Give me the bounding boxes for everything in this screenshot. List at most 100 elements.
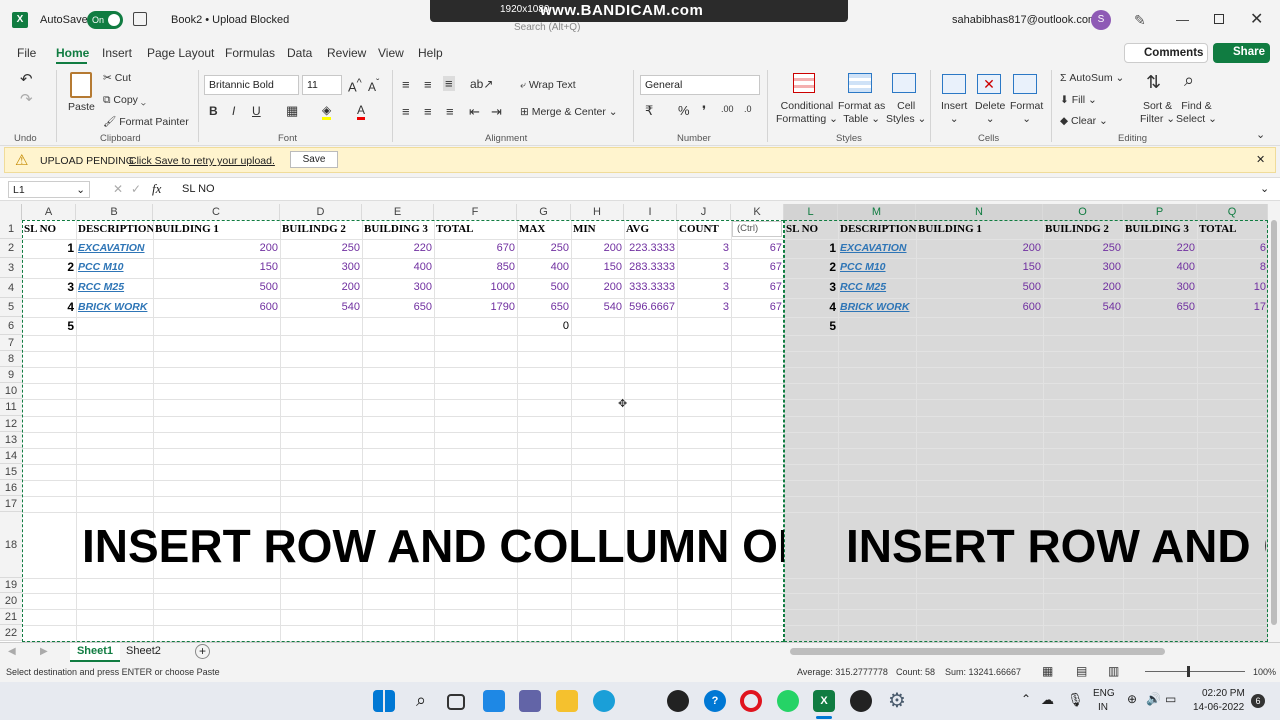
- percent-icon[interactable]: %: [678, 103, 690, 118]
- menu-formulas[interactable]: Formulas: [225, 46, 275, 60]
- account-email[interactable]: sahabibhas817@outlook.com: [952, 14, 1097, 26]
- sort-filter-icon[interactable]: ⇅: [1146, 72, 1161, 93]
- data-cell[interactable]: 500: [916, 278, 1043, 298]
- excel-taskbar-icon[interactable]: X: [813, 690, 835, 712]
- conditional-formatting-button[interactable]: Conditional Formatting ⌄: [776, 100, 838, 126]
- column-header[interactable]: M: [838, 204, 916, 220]
- merge-center-button[interactable]: ⊞ Merge & Center ⌄: [520, 106, 618, 118]
- font-color-icon[interactable]: A: [357, 103, 366, 120]
- description-cell[interactable]: RCC M25: [76, 278, 153, 298]
- data-cell[interactable]: 67: [731, 258, 784, 278]
- data-cell[interactable]: 600: [916, 298, 1043, 317]
- data-cell[interactable]: 67: [731, 278, 784, 298]
- start-icon[interactable]: [373, 690, 395, 712]
- delete-cells-icon[interactable]: ✕: [977, 74, 1001, 94]
- data-cell[interactable]: 200: [571, 278, 624, 298]
- opera-icon[interactable]: [740, 690, 762, 712]
- sheet-tab-sheet1[interactable]: Sheet1: [70, 643, 120, 662]
- data-cell[interactable]: 500: [517, 278, 571, 298]
- italic-icon[interactable]: I: [232, 104, 235, 118]
- data-cell[interactable]: 333.3333: [624, 278, 677, 298]
- data-cell[interactable]: 10: [1197, 278, 1268, 298]
- row-header[interactable]: 1: [0, 220, 22, 239]
- data-cell[interactable]: 596.6667: [624, 298, 677, 317]
- sort-filter-button[interactable]: Sort & Filter ⌄: [1140, 100, 1175, 126]
- name-box[interactable]: L1 ⌄: [8, 181, 90, 198]
- globe-icon[interactable]: ⊕: [1127, 692, 1137, 706]
- menu-data[interactable]: Data: [287, 46, 312, 60]
- paste-button[interactable]: Paste: [68, 101, 95, 113]
- column-header[interactable]: D: [280, 204, 362, 220]
- data-cell[interactable]: 150: [571, 258, 624, 278]
- data-cell[interactable]: 3: [22, 278, 76, 298]
- row-header[interactable]: 9: [0, 367, 22, 383]
- row-header[interactable]: 18: [0, 512, 22, 578]
- align-right-icon[interactable]: ≡: [446, 104, 454, 119]
- menu-insert[interactable]: Insert: [102, 46, 132, 60]
- borders-icon[interactable]: ▦: [286, 103, 298, 119]
- redo-icon[interactable]: ↷: [20, 90, 33, 108]
- data-cell[interactable]: 650: [362, 298, 434, 317]
- menu-file[interactable]: File: [17, 46, 36, 60]
- data-cell[interactable]: 1790: [434, 298, 517, 317]
- language-in[interactable]: IN: [1098, 702, 1108, 713]
- row-header[interactable]: 12: [0, 416, 22, 432]
- increase-decimal-icon[interactable]: .00: [721, 104, 734, 114]
- record-icon[interactable]: [850, 690, 872, 712]
- autosave-toggle[interactable]: On: [87, 11, 123, 29]
- close-icon[interactable]: ✕: [1250, 9, 1263, 29]
- data-cell[interactable]: 1: [784, 239, 838, 258]
- header-cell[interactable]: COUNT: [677, 220, 731, 239]
- paste-options-button[interactable]: (Ctrl): [732, 221, 782, 237]
- column-header[interactable]: N: [916, 204, 1043, 220]
- wrap-text-button[interactable]: ⤶ Wrap Text: [520, 79, 576, 92]
- maximize-icon[interactable]: [1214, 14, 1224, 24]
- data-cell[interactable]: 67: [731, 298, 784, 317]
- data-cell[interactable]: 6: [1197, 239, 1268, 258]
- header-cell[interactable]: BUILDING 1: [153, 220, 280, 239]
- comma-icon[interactable]: ❜: [702, 103, 706, 119]
- data-cell[interactable]: 250: [280, 239, 362, 258]
- infobar-close-icon[interactable]: ✕: [1256, 153, 1265, 166]
- fill-color-icon[interactable]: ◈: [322, 103, 332, 120]
- volume-icon[interactable]: 🔊: [1146, 692, 1161, 706]
- data-cell[interactable]: 200: [153, 239, 280, 258]
- data-cell[interactable]: 400: [1123, 258, 1197, 278]
- data-cell[interactable]: 670: [434, 239, 517, 258]
- undo-icon[interactable]: ↶: [20, 70, 33, 88]
- column-header[interactable]: J: [677, 204, 731, 220]
- data-cell[interactable]: 200: [1043, 278, 1123, 298]
- page-layout-view-icon[interactable]: ▤: [1076, 664, 1087, 678]
- menu-help[interactable]: Help: [418, 46, 443, 60]
- settings-icon[interactable]: ⚙: [886, 690, 908, 712]
- formula-input[interactable]: SL NO: [182, 183, 215, 195]
- insert-cells-button[interactable]: Insert ⌄: [941, 100, 967, 126]
- format-as-table-icon[interactable]: [848, 73, 872, 93]
- align-bottom-icon[interactable]: ≡: [443, 76, 455, 91]
- column-header[interactable]: K: [731, 204, 784, 220]
- format-as-table-button[interactable]: Format as Table ⌄: [838, 100, 885, 126]
- data-cell[interactable]: 17: [1197, 298, 1268, 317]
- share-button[interactable]: Share: [1213, 43, 1270, 63]
- pen-icon[interactable]: ✎: [1134, 12, 1146, 29]
- data-cell[interactable]: 3: [677, 239, 731, 258]
- data-cell[interactable]: 2: [22, 258, 76, 278]
- align-top-icon[interactable]: ≡: [402, 77, 410, 92]
- search-box[interactable]: Search (Alt+Q): [476, 22, 646, 36]
- row-header[interactable]: 2: [0, 239, 22, 258]
- currency-icon[interactable]: ₹: [645, 103, 653, 119]
- select-all-corner[interactable]: [0, 204, 22, 220]
- data-cell[interactable]: 400: [517, 258, 571, 278]
- data-cell[interactable]: 3: [677, 278, 731, 298]
- shrink-font-icon[interactable]: Aˇ: [368, 78, 379, 94]
- row-header[interactable]: 7: [0, 335, 22, 351]
- minimize-icon[interactable]: —: [1176, 12, 1189, 27]
- worksheet-grid[interactable]: A B C D E F G H I J K L M N O P Q 1 2 3 4 5 6 7 8 9 10 11 12 13 14 15 16…: [0, 204, 1268, 642]
- data-cell[interactable]: 500: [153, 278, 280, 298]
- zoom-slider-thumb[interactable]: [1187, 666, 1190, 677]
- clock-date[interactable]: 14-06-2022: [1193, 702, 1244, 713]
- row-header[interactable]: 13: [0, 432, 22, 448]
- task-view-icon[interactable]: [447, 694, 465, 710]
- decrease-indent-icon[interactable]: ⇤: [469, 104, 480, 120]
- align-left-icon[interactable]: ≡: [402, 104, 410, 119]
